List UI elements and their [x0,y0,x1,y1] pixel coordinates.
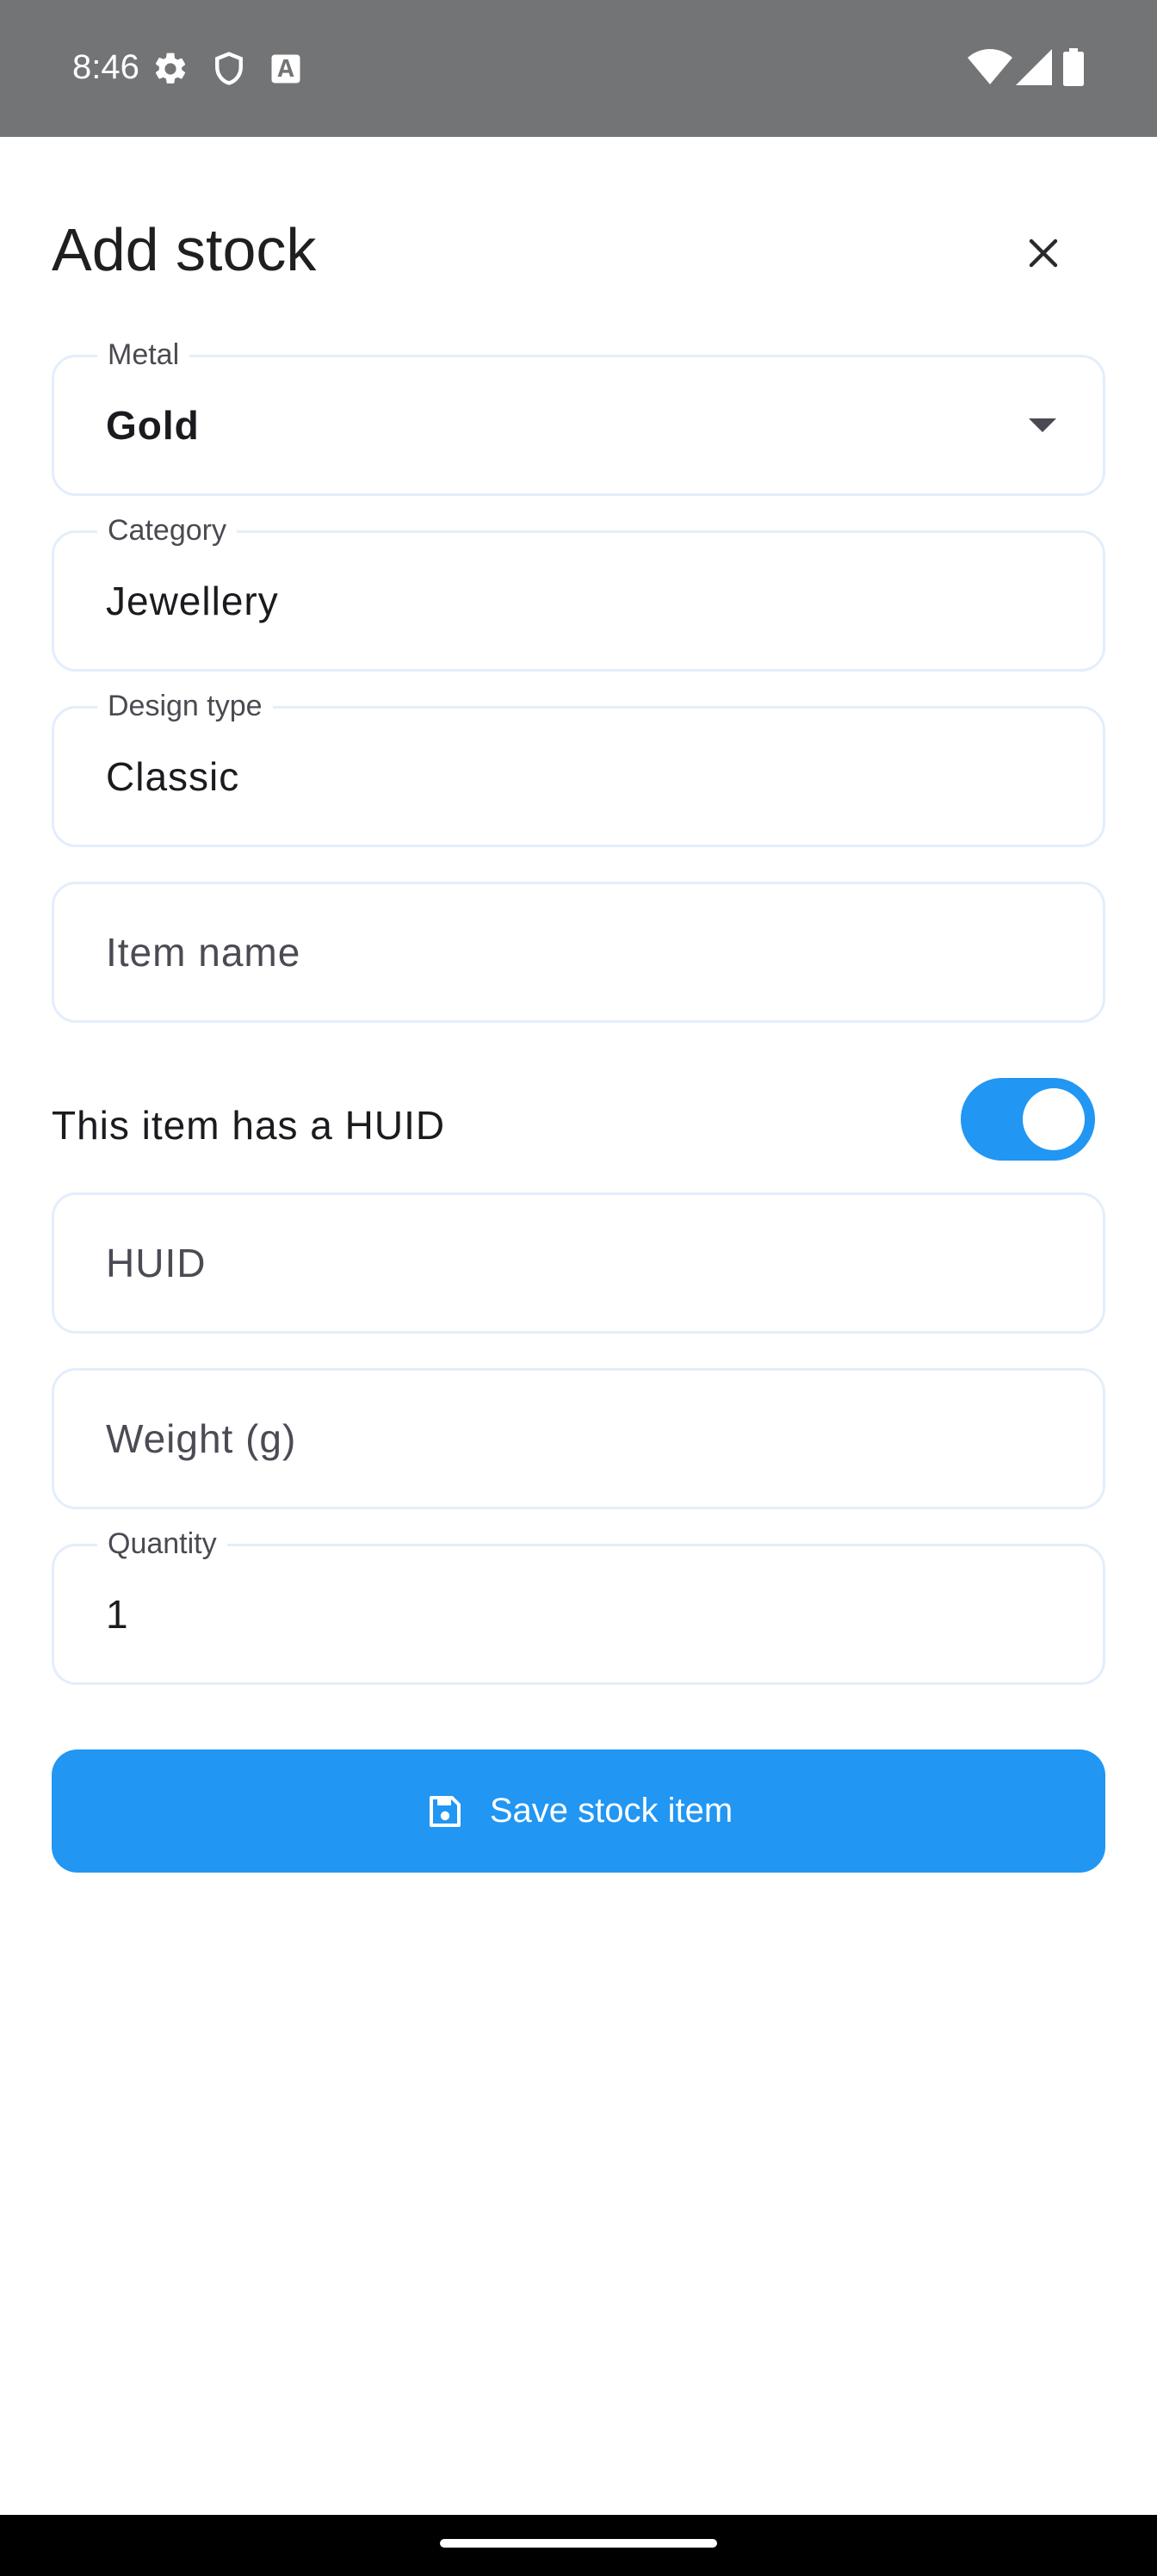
item-name-field[interactable]: Item name [52,882,1105,1023]
home-gesture-handle[interactable] [440,2539,717,2548]
close-icon [1029,238,1058,268]
metal-value: Gold [106,403,200,448]
dialog-title: Add stock [52,216,317,283]
item-name-placeholder: Item name [106,930,301,975]
wifi-icon [968,49,1012,84]
save-icon [429,1795,461,1827]
status-bar: 8:46 [0,0,1157,137]
battery-icon [1063,48,1084,86]
navigation-bar [0,2515,1157,2576]
huid-toggle-label: This item has a HUID [52,1103,446,1148]
weight-field[interactable]: Weight (g) [52,1368,1105,1509]
shield-icon [215,52,243,85]
font-a-icon [271,54,300,84]
add-stock-sheet: Add stock Metal Gold Category Jewellery … [0,137,1157,2515]
weight-placeholder: Weight (g) [106,1416,297,1461]
design-type-field[interactable]: Design type Classic [52,688,1105,847]
save-button-label: Save stock item [489,1792,733,1830]
category-field[interactable]: Category Jewellery [52,512,1105,672]
status-time: 8:46 [72,48,139,86]
save-stock-item-button[interactable]: Save stock item [52,1749,1105,1873]
cellular-signal-icon [1016,49,1052,85]
dropdown-arrow-icon [1029,418,1056,432]
quantity-field[interactable]: Quantity 1 [52,1526,1105,1685]
toggle-knob [1023,1088,1085,1150]
metal-dropdown[interactable]: Metal Gold [52,337,1105,496]
category-value: Jewellery [106,579,279,623]
close-button[interactable] [1012,222,1074,284]
settings-icon [155,53,186,84]
quantity-value: 1 [106,1592,129,1637]
huid-field[interactable]: HUID [52,1192,1105,1334]
huid-placeholder: HUID [106,1241,207,1285]
huid-toggle[interactable] [961,1078,1095,1161]
design-type-value: Classic [106,754,240,799]
